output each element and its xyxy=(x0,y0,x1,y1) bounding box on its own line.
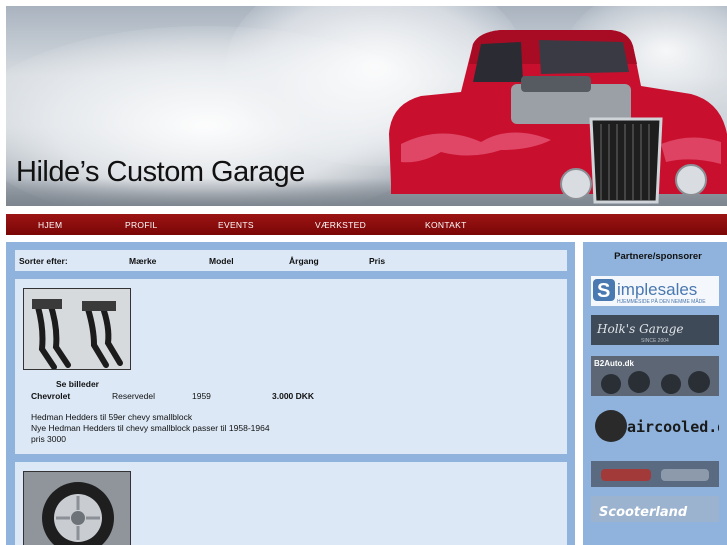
nav-item-hjem[interactable]: HJEM xyxy=(38,220,62,230)
listing-model: Reservedel xyxy=(112,391,155,401)
svg-text:S: S xyxy=(597,280,610,302)
sort-bar: Sorter efter: Mærke Model Årgang Pris xyxy=(15,250,567,271)
sponsor-aircooled[interactable]: aircooled.dk xyxy=(591,404,727,448)
listing-brand: Chevrolet xyxy=(31,391,71,401)
svg-text:aircooled.dk: aircooled.dk xyxy=(627,418,719,436)
svg-text:B2Auto.dk: B2Auto.dk xyxy=(594,359,635,368)
listing-price: 3.000 DKK xyxy=(272,391,315,401)
headers-image xyxy=(24,289,130,369)
sidebar-title: Partnere/sponsorer xyxy=(614,251,702,262)
hotrod-car-image xyxy=(389,30,727,204)
listing-item xyxy=(15,462,567,545)
holks-garage-logo: Holk's Garage SINCE 2004 xyxy=(596,322,683,344)
sponsor-banner-image xyxy=(591,461,719,487)
listing-description: Hedman Hedders til 59er chevy smallblock… xyxy=(31,412,270,445)
sponsor-holks-garage[interactable]: Holk's Garage SINCE 2004 xyxy=(591,315,719,345)
site-title: Hilde’s Custom Garage xyxy=(16,156,305,188)
nav-item-kontakt[interactable]: KONTAKT xyxy=(425,220,467,230)
main-panel: Sorter efter: Mærke Model Årgang Pris Se… xyxy=(6,242,575,545)
listing-year: 1959 xyxy=(192,391,211,401)
listing-item: Se billeder Chevrolet Reservedel 1959 3.… xyxy=(15,279,567,454)
sponsor-scooterland[interactable]: Scooterland xyxy=(591,496,719,522)
svg-text:Holk's Garage: Holk's Garage xyxy=(596,322,683,336)
nav-item-events[interactable]: EVENTS xyxy=(218,220,254,230)
sponsor-sidebar: Partnere/sponsorer S implesales HJEMMESI… xyxy=(583,242,727,545)
aircooled-logo: aircooled.dk xyxy=(595,410,727,442)
sort-option-model[interactable]: Model xyxy=(209,256,234,266)
simplesales-logo: S implesales HJEMMESIDE PÅ DEN NEMME MÅD… xyxy=(593,279,706,305)
sponsor-banner-5[interactable] xyxy=(591,461,719,487)
nav-item-vaerksted[interactable]: VÆRKSTED xyxy=(315,220,366,230)
wheel-image xyxy=(24,472,130,545)
description-line: Hedman Hedders til 59er chevy smallblock xyxy=(31,412,193,422)
b2auto-logo: B2Auto.dk xyxy=(591,356,719,396)
listing-thumbnail[interactable] xyxy=(23,471,131,545)
nav-item-profil[interactable]: PROFIL xyxy=(125,220,158,230)
sponsor-b2auto[interactable]: B2Auto.dk xyxy=(591,356,719,396)
main-nav: HJEM PROFIL EVENTS VÆRKSTED KONTAKT xyxy=(6,214,727,235)
description-line: Nye Hedman Hedders til chevy smallblock … xyxy=(31,423,270,433)
sort-option-aargang[interactable]: Årgang xyxy=(289,256,319,266)
svg-text:HJEMMESIDE PÅ DEN NEMME MÅDE: HJEMMESIDE PÅ DEN NEMME MÅDE xyxy=(617,298,706,305)
svg-text:implesales: implesales xyxy=(617,280,697,299)
scooterland-logo: Scooterland xyxy=(599,505,688,520)
sponsor-simplesales[interactable]: S implesales HJEMMESIDE PÅ DEN NEMME MÅD… xyxy=(591,276,719,306)
svg-text:Scooterland: Scooterland xyxy=(599,505,688,520)
header-banner: Hilde’s Custom Garage xyxy=(6,6,727,206)
sort-option-pris[interactable]: Pris xyxy=(369,256,385,266)
svg-text:SINCE 2004: SINCE 2004 xyxy=(641,338,669,344)
listing-thumbnail[interactable] xyxy=(23,288,131,370)
sort-option-maerke[interactable]: Mærke xyxy=(129,256,156,266)
sort-label: Sorter efter: xyxy=(19,256,68,266)
see-images-link[interactable]: Se billeder xyxy=(56,379,99,389)
description-line: pris 3000 xyxy=(31,434,66,444)
